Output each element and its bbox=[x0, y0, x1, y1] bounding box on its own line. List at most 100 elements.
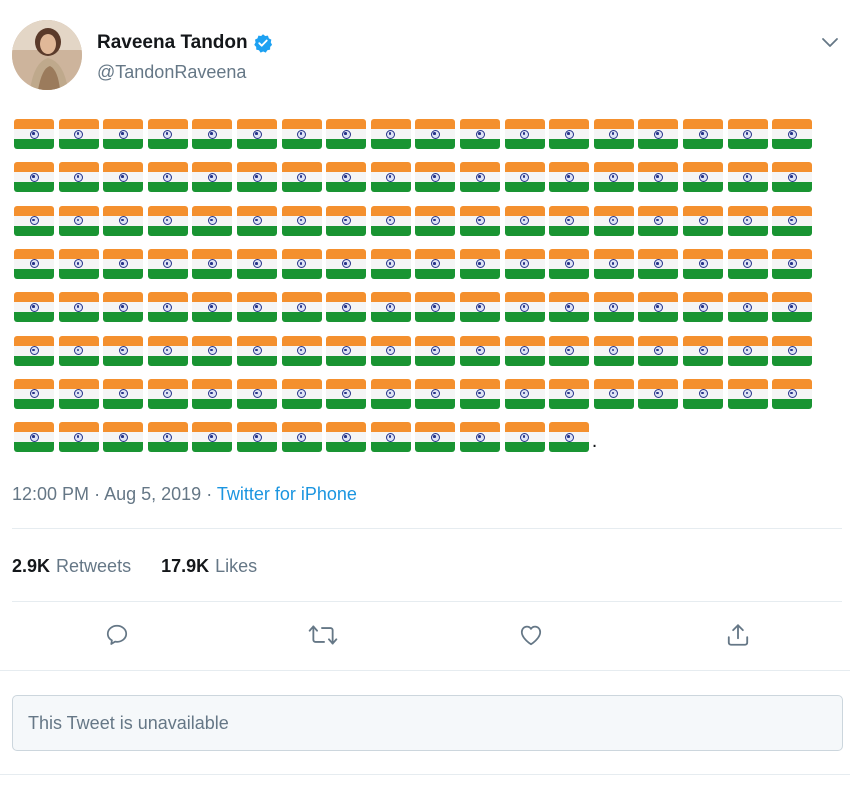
india-flag-emoji bbox=[460, 422, 500, 453]
like-icon bbox=[517, 622, 545, 653]
india-flag-emoji bbox=[727, 335, 768, 366]
india-flag-emoji bbox=[415, 378, 456, 409]
india-flag-emoji bbox=[727, 162, 768, 193]
india-flag-emoji bbox=[504, 205, 545, 236]
reply-button[interactable] bbox=[95, 615, 139, 659]
india-flag-emoji bbox=[192, 248, 233, 279]
india-flag-emoji bbox=[326, 292, 367, 323]
india-flag-emoji bbox=[237, 335, 277, 366]
india-flag-emoji bbox=[549, 162, 590, 193]
india-flag-emoji bbox=[147, 248, 188, 279]
india-flag-emoji bbox=[58, 248, 99, 279]
retweets-stat[interactable]: 2.9K Retweets bbox=[12, 556, 131, 577]
india-flag-emoji bbox=[58, 119, 99, 149]
display-name[interactable]: Raveena Tandon bbox=[97, 32, 248, 54]
india-flag-emoji bbox=[460, 119, 500, 149]
retweets-label: Retweets bbox=[56, 556, 132, 576]
india-flag-emoji bbox=[772, 292, 813, 323]
india-flag-emoji bbox=[147, 162, 188, 193]
india-flag-emoji bbox=[192, 422, 233, 453]
india-flag-emoji bbox=[727, 248, 768, 279]
share-button[interactable] bbox=[716, 615, 760, 659]
india-flag-emoji bbox=[593, 205, 634, 236]
india-flag-emoji bbox=[281, 335, 322, 366]
india-flag-emoji bbox=[460, 378, 500, 409]
india-flag-emoji bbox=[727, 205, 768, 236]
retweet-button[interactable] bbox=[301, 615, 345, 659]
india-flag-emoji bbox=[14, 422, 54, 453]
india-flag-emoji bbox=[593, 335, 634, 366]
like-button[interactable] bbox=[509, 615, 553, 659]
meta-separator: · bbox=[206, 484, 213, 504]
india-flag-emoji bbox=[281, 119, 322, 149]
india-flag-emoji bbox=[326, 378, 367, 409]
india-flag-emoji bbox=[593, 378, 634, 409]
india-flag-emoji bbox=[58, 378, 99, 409]
india-flag-emoji bbox=[772, 335, 813, 366]
india-flag-emoji bbox=[504, 422, 545, 453]
india-flag-emoji bbox=[370, 422, 411, 453]
india-flag-emoji bbox=[549, 292, 590, 323]
india-flag-emoji bbox=[549, 119, 590, 149]
india-flag-emoji bbox=[772, 378, 813, 409]
unavailable-text: This Tweet is unavailable bbox=[28, 713, 229, 733]
india-flag-emoji bbox=[14, 248, 54, 279]
india-flag-emoji bbox=[192, 378, 233, 409]
likes-stat[interactable]: 17.9K Likes bbox=[161, 556, 257, 577]
india-flag-emoji bbox=[326, 422, 367, 453]
india-flag-emoji bbox=[147, 119, 188, 149]
divider bbox=[12, 528, 842, 529]
tweet-stats: 2.9K Retweets 17.9K Likes bbox=[12, 556, 257, 577]
india-flag-emoji bbox=[727, 292, 768, 323]
india-flag-emoji bbox=[237, 119, 277, 149]
india-flag-emoji bbox=[415, 422, 456, 453]
india-flag-emoji bbox=[237, 248, 277, 279]
india-flag-emoji bbox=[281, 422, 322, 453]
india-flag-emoji bbox=[58, 162, 99, 193]
india-flag-emoji bbox=[281, 205, 322, 236]
india-flag-emoji bbox=[237, 162, 277, 193]
india-flag-emoji bbox=[370, 205, 411, 236]
india-flag-emoji bbox=[415, 335, 456, 366]
meta-separator: · bbox=[94, 484, 101, 504]
tweet-date[interactable]: Aug 5, 2019 bbox=[104, 484, 201, 504]
india-flag-emoji bbox=[326, 335, 367, 366]
india-flag-emoji bbox=[549, 378, 590, 409]
india-flag-emoji bbox=[593, 248, 634, 279]
tweet-time[interactable]: 12:00 PM bbox=[12, 484, 89, 504]
india-flag-emoji bbox=[103, 162, 144, 193]
reply-icon bbox=[104, 622, 130, 653]
india-flag-emoji bbox=[103, 205, 144, 236]
india-flag-emoji bbox=[370, 119, 411, 149]
india-flag-emoji bbox=[370, 292, 411, 323]
avatar[interactable] bbox=[12, 20, 82, 90]
india-flag-emoji bbox=[103, 335, 144, 366]
trailing-period: . bbox=[591, 430, 598, 453]
india-flag-emoji bbox=[58, 205, 99, 236]
india-flag-emoji bbox=[103, 422, 144, 453]
india-flag-emoji bbox=[638, 292, 679, 323]
quoted-tweet-unavailable: This Tweet is unavailable bbox=[12, 695, 843, 751]
india-flag-emoji bbox=[58, 422, 99, 453]
india-flag-emoji bbox=[281, 292, 322, 323]
india-flag-emoji bbox=[192, 162, 233, 193]
india-flag-emoji bbox=[14, 119, 54, 149]
avatar-image bbox=[12, 20, 82, 90]
india-flag-emoji bbox=[504, 378, 545, 409]
india-flag-emoji bbox=[14, 292, 54, 323]
india-flag-emoji bbox=[237, 378, 277, 409]
india-flag-emoji bbox=[370, 248, 411, 279]
likes-count: 17.9K bbox=[161, 556, 210, 576]
india-flag-emoji bbox=[593, 162, 634, 193]
india-flag-emoji bbox=[549, 335, 590, 366]
india-flag-emoji bbox=[772, 119, 813, 149]
india-flag-emoji bbox=[638, 248, 679, 279]
india-flag-emoji bbox=[460, 205, 500, 236]
user-handle[interactable]: @TandonRaveena bbox=[97, 62, 246, 83]
tweet-source-link[interactable]: Twitter for iPhone bbox=[217, 484, 357, 504]
india-flag-emoji bbox=[549, 422, 590, 453]
chevron-down-icon[interactable] bbox=[818, 30, 842, 54]
india-flag-emoji bbox=[58, 292, 99, 323]
india-flag-emoji bbox=[460, 335, 500, 366]
divider bbox=[12, 601, 842, 602]
